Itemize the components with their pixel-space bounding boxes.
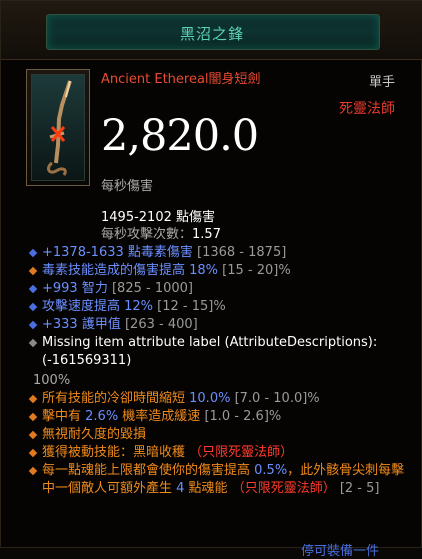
- item-icon-frame: [26, 69, 90, 186]
- aps-value: 1.57: [192, 227, 221, 242]
- property-row: 攻擊速度提高 12% [12 - 15]%: [28, 298, 409, 316]
- orange-diamond-icon: [28, 394, 38, 404]
- legendary-row: 無視耐久度的毀損: [28, 426, 409, 444]
- legendary-row: 每一點魂能上限都會使你的傷害提高 0.5%，此外骸骨尖刺每擊中一個敵人可額外產生…: [28, 462, 409, 498]
- orange-diamond-icon: [28, 466, 38, 476]
- blue-diamond-icon: [28, 320, 38, 330]
- item-name: Ancient Ethereal闇身短劍: [101, 72, 261, 87]
- orange-diamond-icon: [28, 448, 38, 458]
- property-row: +333 護甲值 [263 - 400]: [28, 316, 409, 334]
- grey-diamond-icon: [28, 338, 38, 348]
- attacks-per-second: 每秒攻擊次數：1.57: [101, 223, 221, 242]
- item-title: 黑沼之鋒: [179, 25, 244, 43]
- property-list: +1378-1633 點毒素傷害 [1368 - 1875] 毒素技能造成的傷害…: [28, 244, 409, 370]
- orange-diamond-icon: [28, 266, 38, 276]
- blue-diamond-icon: [28, 302, 38, 312]
- orange-diamond-icon: [28, 430, 38, 440]
- property-row: +993 智力 [825 - 1000]: [28, 280, 409, 298]
- legendary-row: 獲得被動技能：黑暗收穫 （只限死靈法師）: [28, 444, 409, 462]
- legendary-list: 所有技能的冷卻時間縮短 10.0% [7.0 - 10.0]% 擊中有 2.6%…: [28, 390, 409, 498]
- dagger-icon: [47, 80, 72, 176]
- blue-diamond-icon: [28, 284, 38, 294]
- aps-label: 每秒攻擊次數：: [101, 227, 193, 242]
- legendary-row: 所有技能的冷卻時間縮短 10.0% [7.0 - 10.0]%: [28, 390, 409, 408]
- equip-limit-note: 停可裝備一件: [301, 544, 380, 559]
- dps-label: 每秒傷害: [101, 179, 154, 194]
- orange-diamond-icon: [28, 412, 38, 422]
- item-slot: 單手: [368, 75, 395, 90]
- item-icon-background: [31, 74, 85, 181]
- property-row: 毒素技能造成的傷害提高 18% [15 - 20]%: [28, 262, 409, 280]
- blue-diamond-icon: [28, 248, 38, 258]
- item-tooltip: 黑沼之鋒 Ancient Ethereal闇身短劍 單手 死靈法師 2,820.…: [0, 0, 422, 559]
- property-row: Missing item attribute label (AttributeD…: [28, 334, 409, 370]
- property-row: +1378-1633 點毒素傷害 [1368 - 1875]: [28, 244, 409, 262]
- percent-line: 100%: [33, 373, 71, 388]
- item-class-restriction: 死靈法師: [339, 101, 395, 117]
- dps-value: 2,820.0: [101, 111, 259, 161]
- legendary-row: 擊中有 2.6% 機率造成緩速 [1.0 - 2.6]%: [28, 408, 409, 426]
